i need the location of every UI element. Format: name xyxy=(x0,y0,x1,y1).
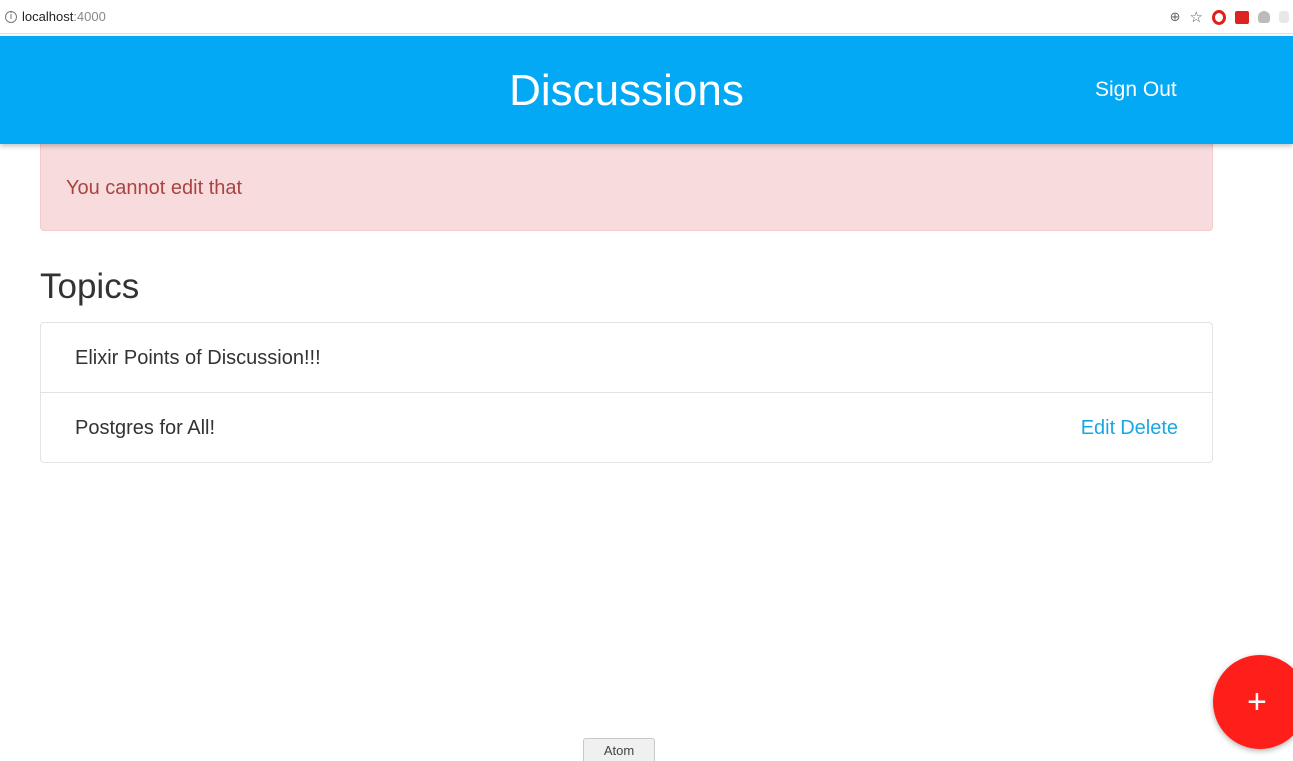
brand-title[interactable]: Discussions xyxy=(0,66,1253,116)
plus-icon: + xyxy=(1247,682,1267,721)
zoom-icon[interactable]: ⊕ xyxy=(1170,9,1181,25)
info-icon[interactable]: i xyxy=(5,10,17,23)
page-title: Topics xyxy=(40,267,140,306)
extension-icon[interactable] xyxy=(1258,11,1270,23)
list-item: Postgres for All! Edit Delete xyxy=(41,393,1212,462)
add-topic-button[interactable]: + xyxy=(1213,655,1293,749)
browser-toolbar-icons: ⊕ ☆ xyxy=(1170,0,1289,34)
extension-icon[interactable] xyxy=(1279,11,1289,23)
app-navbar: Discussions Sign Out xyxy=(0,36,1293,144)
extension-icon[interactable] xyxy=(1235,10,1249,24)
opera-icon[interactable] xyxy=(1212,9,1226,25)
sign-out-link[interactable]: Sign Out xyxy=(1095,78,1177,102)
topic-title[interactable]: Postgres for All! xyxy=(75,417,215,440)
star-icon[interactable]: ☆ xyxy=(1190,8,1203,26)
edit-link[interactable]: Edit xyxy=(1081,417,1115,440)
alert-message: You cannot edit that xyxy=(66,177,243,199)
delete-link[interactable]: Delete xyxy=(1120,417,1178,440)
url-host: localhost xyxy=(22,9,74,24)
url-port: :4000 xyxy=(73,9,106,24)
url-text[interactable]: localhost:4000 xyxy=(22,9,106,24)
error-alert: You cannot edit that xyxy=(40,144,1213,231)
browser-address-bar[interactable]: i localhost:4000 ⊕ ☆ xyxy=(0,0,1293,34)
taskbar-tooltip: Atom xyxy=(583,738,655,761)
topic-title[interactable]: Elixir Points of Discussion!!! xyxy=(75,347,321,370)
topic-actions: Edit Delete xyxy=(1081,417,1178,440)
list-item: Elixir Points of Discussion!!! xyxy=(41,323,1212,393)
topics-list: Elixir Points of Discussion!!! Postgres … xyxy=(40,322,1213,463)
